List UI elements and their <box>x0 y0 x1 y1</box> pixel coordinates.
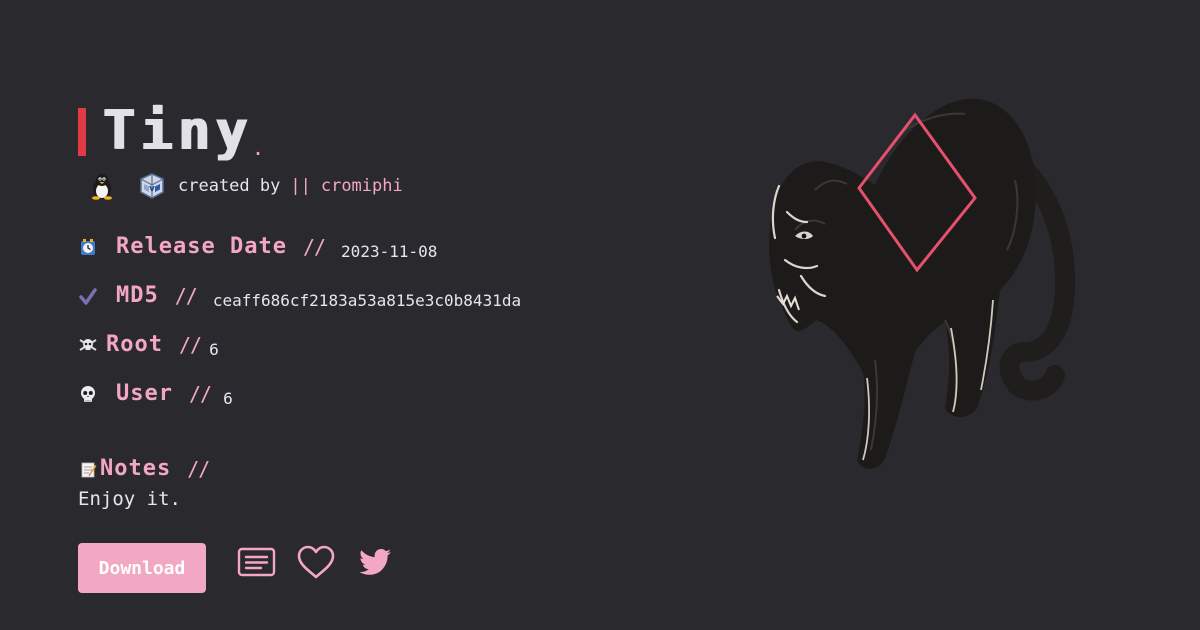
check-mark-icon <box>78 286 98 306</box>
memo-icon <box>78 459 98 479</box>
md5-label: MD5 <box>116 283 159 308</box>
title-row: Tiny . <box>78 104 264 158</box>
root-label: Root <box>106 332 163 357</box>
creator-separator: || <box>290 176 311 196</box>
notes-label: Notes <box>100 456 172 481</box>
md5-value: ceaff686cf2183a53a815e3c0b8431da <box>212 291 522 310</box>
user-row: User // 6 <box>78 381 233 408</box>
skull-icon <box>78 384 98 404</box>
creator-name[interactable]: cromiphi <box>321 176 403 196</box>
release-date-row: Release Date // 2023-11-08 <box>78 234 438 261</box>
title-accent-bar <box>78 108 86 156</box>
black-panther-illustration <box>755 90 1080 480</box>
svg-text:V: V <box>149 185 155 193</box>
title-dot: . <box>252 136 265 160</box>
twitter-bird-icon[interactable] <box>354 544 394 584</box>
release-date-value: 2023-11-08 <box>341 242 438 261</box>
release-date-separator: // <box>302 234 326 259</box>
root-value: 6 <box>209 340 219 359</box>
root-separator: // <box>178 332 202 357</box>
skull-crossbones-icon <box>78 335 98 355</box>
machine-title: Tiny <box>102 99 253 162</box>
list-document-icon[interactable] <box>237 544 277 584</box>
clock-icon <box>78 237 98 257</box>
release-date-label: Release Date <box>116 234 287 259</box>
notes-row: Notes // <box>78 456 225 481</box>
md5-separator: // <box>174 283 198 308</box>
root-row: Root // 6 <box>78 332 219 359</box>
user-label: User <box>116 381 173 406</box>
linux-penguin-icon <box>88 172 116 200</box>
download-button[interactable]: Download <box>78 543 206 593</box>
notes-separator: // <box>187 456 210 481</box>
user-separator: // <box>188 381 212 406</box>
md5-row: MD5 // ceaff686cf2183a53a815e3c0b8431da <box>78 283 522 310</box>
creator-row: V created by || cromiphi <box>88 172 403 200</box>
user-value: 6 <box>223 389 233 408</box>
notes-text: Enjoy it. <box>78 488 181 510</box>
creator-prefix: created by <box>178 176 281 196</box>
virtualbox-icon: V <box>138 172 166 200</box>
heart-icon[interactable] <box>296 544 336 584</box>
